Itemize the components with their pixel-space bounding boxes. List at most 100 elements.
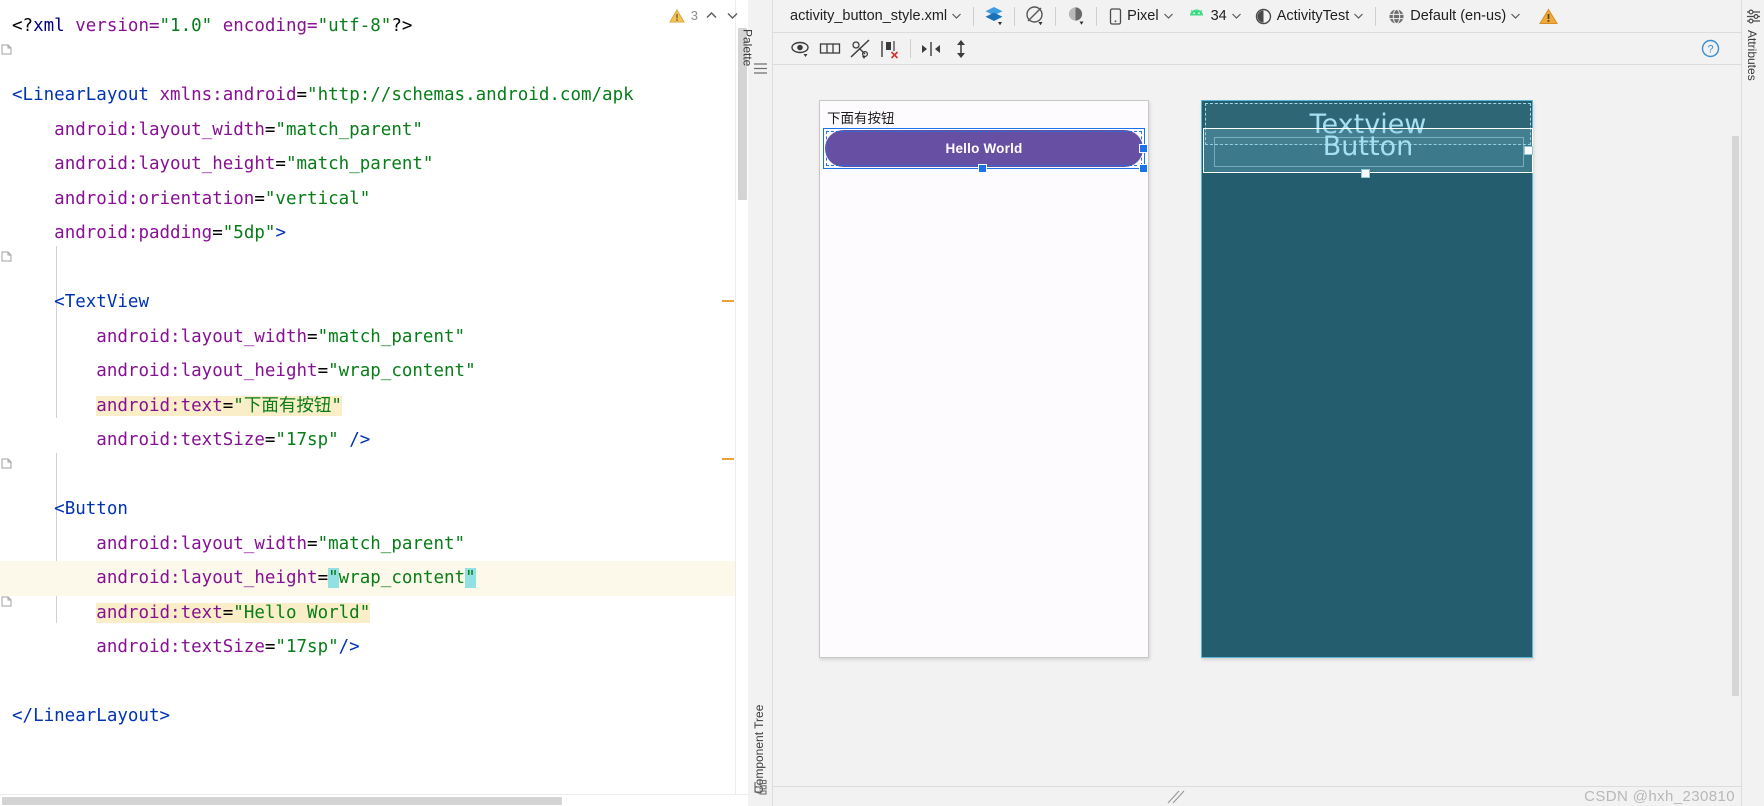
blueprint-button-label: Button: [1322, 131, 1414, 162]
code-token: />: [349, 430, 371, 450]
next-issue-button[interactable]: [725, 8, 740, 23]
resize-handle-bottom[interactable]: [978, 164, 987, 173]
theme-button[interactable]: [1061, 3, 1091, 29]
code-token: =: [264, 637, 276, 657]
orientation-button[interactable]: [1020, 3, 1050, 29]
code-token: "match_parent": [275, 119, 423, 140]
blueprint-resize-handle-right[interactable]: [1524, 146, 1533, 155]
eye-visibility-icon[interactable]: [785, 36, 815, 62]
code-token: "5dp": [222, 223, 276, 243]
design-vertical-scrollbar[interactable]: [1730, 132, 1741, 766]
code-token: android:textSize: [96, 430, 265, 450]
code-token: android:layout_height: [54, 154, 276, 174]
inspection-widget[interactable]: 3: [668, 8, 740, 23]
sidebar-tab-palette[interactable]: Palette: [740, 29, 754, 66]
device-blueprint-preview[interactable]: Textview Button: [1201, 100, 1533, 658]
code-line[interactable]: android:text="Hello World": [0, 596, 748, 631]
code-line[interactable]: android:layout_width="match_parent": [0, 527, 748, 562]
design-scroll-thumb[interactable]: [1732, 136, 1739, 696]
device-selector[interactable]: Pixel: [1102, 4, 1179, 29]
editor-horizontal-scrollbar[interactable]: [0, 794, 748, 806]
warning-triangle-icon: [668, 8, 685, 23]
blueprint-resize-handle-bottom[interactable]: [1361, 169, 1370, 178]
tool-window-strip-left: Palette Component Tree: [740, 0, 773, 806]
code-line[interactable]: <?xml version="1.0" encoding="utf-8"?>: [0, 9, 748, 44]
code-line[interactable]: </LinearLayout>: [0, 699, 748, 734]
theme-selector[interactable]: ActivityTest: [1248, 4, 1371, 29]
issues-warning-button[interactable]: [1533, 3, 1563, 29]
device-render-preview[interactable]: 下面有按钮 Hello World: [819, 100, 1149, 658]
code-line[interactable]: android:orientation="vertical": [0, 182, 748, 217]
horizontal-align-icon[interactable]: [916, 36, 946, 62]
palette-icon[interactable]: [752, 60, 769, 77]
code-line[interactable]: android:layout_height="wrap_content": [0, 561, 748, 596]
file-selector[interactable]: activity_button_style.xml: [783, 4, 968, 29]
code-line[interactable]: android:layout_height="match_parent": [0, 147, 748, 182]
code-token: "http://schemas.android.com/apk: [307, 85, 634, 105]
code-token: "17sp": [275, 430, 339, 450]
code-token: "match_parent": [317, 326, 466, 347]
toolbar-divider: [1014, 6, 1016, 26]
code-token: xmlns:: [148, 85, 223, 105]
preview-canvas[interactable]: 下面有按钮 Hello World Textview Button: [773, 66, 1741, 786]
code-line[interactable]: android:padding="5dp">: [0, 216, 748, 251]
code-token: "17sp": [275, 637, 339, 657]
code-line[interactable]: android:textSize="17sp"/>: [0, 630, 748, 665]
code-token: "下面有按钮": [233, 395, 342, 416]
code-line[interactable]: android:layout_width="match_parent": [0, 113, 748, 148]
chevron-down-icon: [1354, 13, 1364, 19]
code-token: ": [328, 568, 339, 588]
rotate-device-icon: [1025, 6, 1043, 26]
editor-hscroll-thumb[interactable]: [2, 797, 562, 805]
no-constraints-icon[interactable]: [845, 36, 875, 62]
previous-issue-button[interactable]: [704, 8, 719, 23]
code-token: =: [296, 85, 308, 105]
preview-button[interactable]: Hello World: [825, 130, 1143, 167]
vertical-expand-icon[interactable]: [946, 36, 976, 62]
code-line[interactable]: android:layout_height="wrap_content": [0, 354, 748, 389]
code-line[interactable]: <Button: [0, 492, 748, 527]
resize-grip-icon[interactable]: [1165, 789, 1187, 805]
api-level-selector[interactable]: 34: [1180, 4, 1248, 29]
code-line[interactable]: [0, 44, 748, 79]
globe-icon: [1389, 8, 1404, 24]
code-token: =: [264, 119, 276, 140]
error-stripe-marker[interactable]: [722, 458, 734, 460]
code-token: "1.0": [159, 16, 213, 36]
resize-handle-bottom-right[interactable]: [1139, 164, 1148, 173]
xml-code-editor[interactable]: <?xml version="1.0" encoding="utf-8"?> <…: [0, 0, 748, 806]
blueprint-button[interactable]: Button: [1203, 128, 1533, 173]
code-lines[interactable]: <?xml version="1.0" encoding="utf-8"?> <…: [0, 0, 748, 734]
code-line[interactable]: [0, 458, 748, 493]
locale-selector[interactable]: Default (en-us): [1381, 4, 1527, 29]
component-tree-icon[interactable]: [752, 779, 769, 796]
code-line[interactable]: <TextView: [0, 285, 748, 320]
toolbar-divider: [1375, 6, 1377, 26]
error-stripe-marker[interactable]: [722, 300, 734, 302]
sidebar-tab-attributes[interactable]: Attributes: [1745, 30, 1759, 81]
code-token: android:textSize: [96, 637, 265, 657]
code-line[interactable]: android:textSize="17sp" />: [0, 423, 748, 458]
code-line[interactable]: <LinearLayout xmlns:android="http://sche…: [0, 78, 748, 113]
editor-vertical-scrollbar[interactable]: [735, 0, 748, 806]
code-token: <LinearLayout: [12, 85, 149, 105]
attributes-icon[interactable]: [1745, 8, 1762, 25]
code-token: =: [317, 568, 329, 588]
help-circle-icon[interactable]: ?: [1695, 36, 1725, 62]
code-line[interactable]: [0, 665, 748, 700]
design-mode-button[interactable]: [979, 3, 1009, 29]
code-token: wrap_content: [338, 568, 466, 588]
code-token: "match_parent": [317, 533, 466, 554]
code-line[interactable]: android:text="下面有按钮": [0, 389, 748, 424]
layout-columns-icon[interactable]: [815, 36, 845, 62]
code-line[interactable]: android:layout_width="match_parent": [0, 320, 748, 355]
file-name-label: activity_button_style.xml: [790, 8, 948, 24]
theme-contrast-icon: [1068, 7, 1084, 25]
resize-handle-right[interactable]: [1139, 144, 1148, 153]
android-robot-icon: [1189, 9, 1203, 16]
clear-constraints-icon[interactable]: [875, 36, 905, 62]
code-line[interactable]: [0, 251, 748, 286]
chevron-down-icon: [952, 13, 962, 19]
